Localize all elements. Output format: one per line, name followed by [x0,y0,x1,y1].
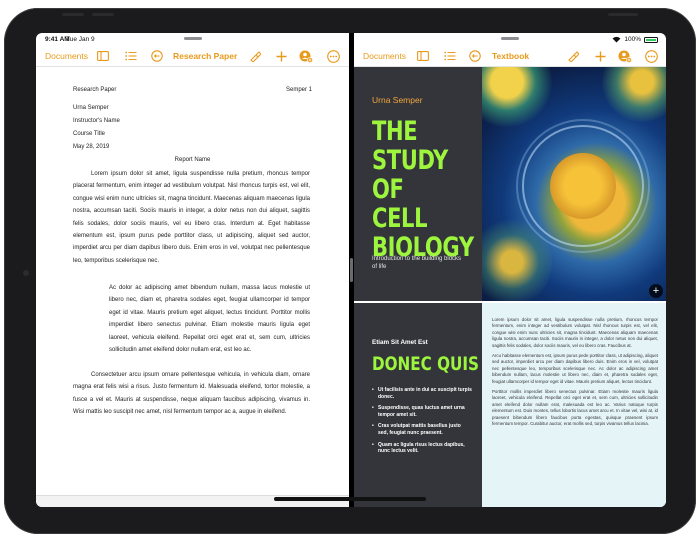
cell-blob [482,67,552,127]
more-icon[interactable] [326,49,340,63]
toolbar: Documents Textbook [354,45,666,67]
collaborate-icon[interactable] [299,49,313,63]
cell-blob [602,67,666,122]
section-title: DONEC QUIS [372,353,479,375]
document-title[interactable]: Research Paper [173,51,237,61]
cover-title-line: STUDY [372,145,448,176]
add-icon[interactable] [274,49,288,63]
volume-button [92,13,114,16]
more-icon[interactable] [644,49,658,63]
cover-title-line: OF CELL [372,174,428,234]
undo-icon[interactable] [150,49,164,63]
section-subtitle: Etiam Sit Amet Est [372,339,428,346]
screen: 9:41 AM Tue Jan 9 Documents Research Pap… [36,33,666,507]
volume-button [62,13,84,16]
body-paragraph: Consectetuer arcu ipsum ornare pellentes… [73,372,310,416]
running-header-left: Research Paper [73,87,117,93]
cover-author: Urna Semper [372,95,423,105]
running-header-right: Semper 1 [285,87,312,93]
toolbar: Documents Research Paper [36,45,349,67]
paper-date: May 28, 2019 [73,144,110,150]
bullet-item: Ut facilisis ante in dui ac suscipit tur… [372,387,472,400]
cover-title-line: THE [372,116,418,147]
cover-title: THE STUDY OF CELL BIOLOGY [372,116,474,262]
report-title: Report Name [174,157,211,163]
section-panel[interactable]: Etiam Sit Amet Est DONEC QUIS Ut facilis… [354,303,482,507]
list-icon[interactable] [124,49,138,63]
format-brush-icon[interactable] [248,49,262,63]
document-page[interactable]: Research Paper Semper 1 Urna Semper Inst… [36,69,349,495]
documents-button[interactable]: Documents [363,51,406,61]
list-icon[interactable] [443,49,457,63]
body-paragraph: Porttitor mollis imperdiet libero senect… [492,389,658,427]
documents-button[interactable]: Documents [45,51,88,61]
cell-nucleus [550,153,616,219]
bullet-item: Quam ac ligula risus lectus dapibus, nun… [372,442,472,455]
left-pane-research-paper: 9:41 AM Tue Jan 9 Documents Research Pap… [36,33,349,507]
multitask-grabber[interactable] [501,37,519,40]
battery-icon [644,36,658,43]
sidebar-icon[interactable] [416,49,430,63]
author-name: Urna Semper [73,105,109,111]
status-indicators: 100% [612,36,658,43]
course-title: Course Title [73,131,106,137]
split-view-handle[interactable] [350,258,353,282]
add-image-button[interactable]: + [649,284,663,298]
camera [23,270,29,276]
collaborate-icon[interactable] [618,49,632,63]
body-paragraph: Lorem ipsum dolor sit amet, ligula suspe… [73,171,310,264]
body-text: Lorem ipsum dolor sit amet, ligula suspe… [492,317,658,432]
power-button [608,13,638,16]
body-paragraph: Lorem ipsum dolor sit amet, ligula suspe… [492,317,658,348]
status-bar: 9:41 AM Tue Jan 9 [36,33,349,45]
body-text-panel[interactable]: Lorem ipsum dolor sit amet, ligula suspe… [482,303,666,507]
instructor-name: Instructor's Name [73,118,120,124]
bullet-item: Suspendisse, quas luctus amet urna tempo… [372,405,472,418]
add-icon[interactable] [593,49,607,63]
home-indicator[interactable] [274,497,426,501]
multitask-grabber[interactable] [183,37,202,40]
right-pane-textbook: 100% Documents Textbook Urna Semper THE … [354,33,666,507]
body-paragraph: Arcu habitasse elementum est, ipsum puru… [492,353,658,384]
undo-icon[interactable] [468,49,482,63]
cover-subtitle: Introduction to the building blocks of l… [372,256,462,270]
bullet-item: Cras volutpat mattis basellus justo sed,… [372,423,472,436]
block-quote: Ac dolor ac adipiscing amet bibendum nul… [109,285,310,354]
bullet-list: Ut facilisis ante in dui ac suscipit tur… [372,387,472,460]
cell-image[interactable]: + [482,67,666,301]
format-brush-icon[interactable] [566,49,580,63]
status-date: Tue Jan 9 [66,36,95,43]
status-bar: 100% [354,33,666,45]
wifi-icon [612,36,621,43]
sidebar-icon[interactable] [96,49,110,63]
battery-percent: 100% [624,36,641,43]
document-title[interactable]: Textbook [492,51,529,61]
